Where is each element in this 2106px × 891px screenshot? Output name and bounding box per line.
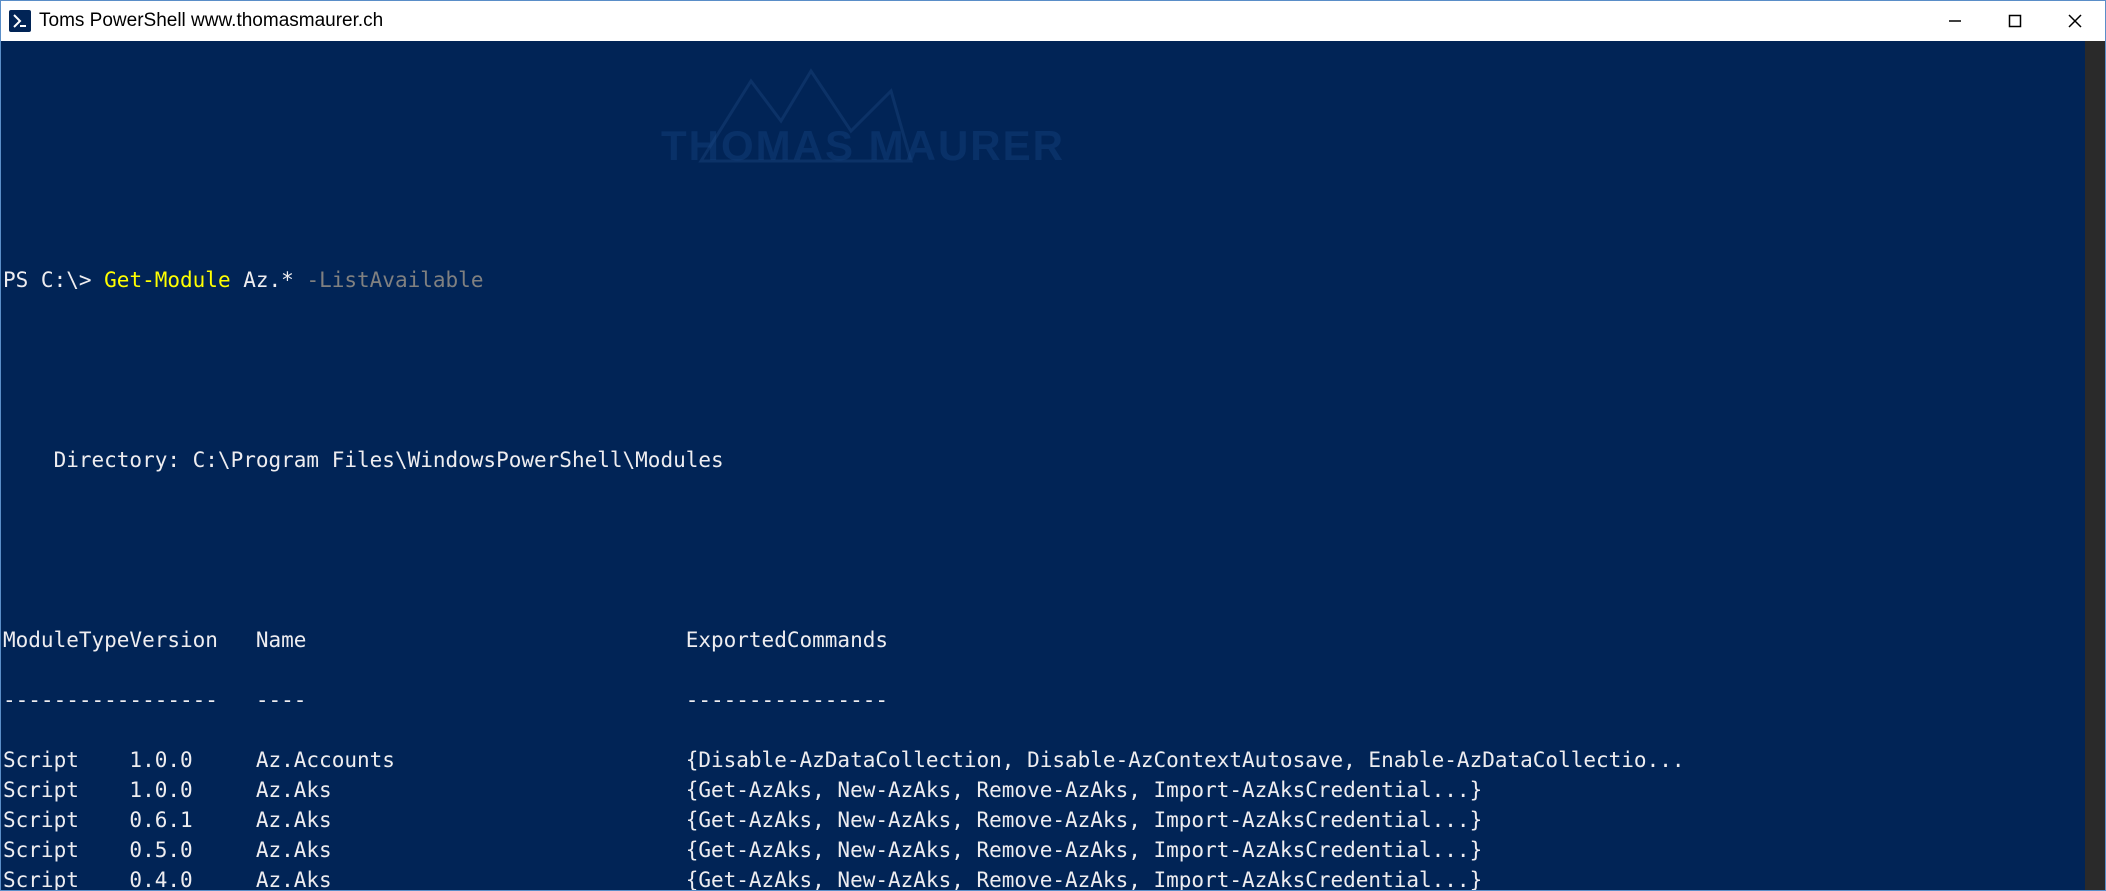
powershell-window: Toms PowerShell www.thomasmaurer.ch THOM… [0,0,2106,891]
cell-version: 0.6.1 [129,805,255,835]
cell-exportedcommands: {Get-AzAks, New-AzAks, Remove-AzAks, Imp… [686,868,1483,890]
cell-moduletype: Script [3,805,129,835]
blank-line [3,565,2105,595]
divider-commands: ---------------- [686,688,888,712]
table-row: Script0.4.0Az.Aks{Get-AzAks, New-AzAks, … [3,865,2105,890]
cell-exportedcommands: {Get-AzAks, New-AzAks, Remove-AzAks, Imp… [686,778,1483,802]
prompt-prefix: PS C:\> [3,268,104,292]
terminal-area[interactable]: THOMAS MAURER PS C:\> Get-Module Az.* -L… [1,41,2105,890]
header-version: Version [129,625,255,655]
titlebar-left: Toms PowerShell www.thomasmaurer.ch [9,10,383,32]
blank-line [3,325,2105,355]
cell-version: 1.0.0 [129,775,255,805]
header-moduletype: ModuleType [3,625,129,655]
prompt-cmdlet: Get-Module [104,268,230,292]
blank-line [3,505,2105,535]
cell-moduletype: Script [3,835,129,865]
cell-exportedcommands: {Get-AzAks, New-AzAks, Remove-AzAks, Imp… [686,838,1483,862]
cell-name: Az.Accounts [256,745,686,775]
blank-line [3,385,2105,415]
cell-moduletype: Script [3,745,129,775]
header-name: Name [256,625,686,655]
prompt-param: -ListAvailable [306,268,483,292]
cell-name: Az.Aks [256,805,686,835]
command-prompt-line: PS C:\> Get-Module Az.* -ListAvailable [3,265,2105,295]
table-row: Script1.0.0Az.Aks{Get-AzAks, New-AzAks, … [3,775,2105,805]
powershell-icon [9,10,31,32]
table-row: Script1.0.0Az.Accounts{Disable-AzDataCol… [3,745,2105,775]
prompt-args: Az.* [231,268,307,292]
watermark-mountain-icon [681,51,921,171]
cell-version: 1.0.0 [129,745,255,775]
directory-line: Directory: C:\Program Files\WindowsPower… [3,445,2105,475]
table-row: Script0.5.0Az.Aks{Get-AzAks, New-AzAks, … [3,835,2105,865]
cell-moduletype: Script [3,865,129,890]
window-title: Toms PowerShell www.thomasmaurer.ch [39,10,383,32]
close-button[interactable] [2045,1,2105,41]
window-controls [1925,1,2105,41]
cell-version: 0.5.0 [129,835,255,865]
divider-type: ---------- [3,685,129,715]
cell-exportedcommands: {Get-AzAks, New-AzAks, Remove-AzAks, Imp… [686,808,1483,832]
minimize-button[interactable] [1925,1,1985,41]
cell-name: Az.Aks [256,835,686,865]
table-row: Script0.6.1Az.Aks{Get-AzAks, New-AzAks, … [3,805,2105,835]
cell-name: Az.Aks [256,865,686,890]
table-divider: ------------------------------------- [3,685,2105,715]
cell-moduletype: Script [3,775,129,805]
header-exportedcommands: ExportedCommands [686,628,888,652]
table-header: ModuleTypeVersionNameExportedCommands [3,625,2105,655]
divider-version: ------- [129,685,255,715]
cell-exportedcommands: {Disable-AzDataCollection, Disable-AzCon… [686,748,1685,772]
titlebar[interactable]: Toms PowerShell www.thomasmaurer.ch [1,1,2105,41]
maximize-button[interactable] [1985,1,2045,41]
divider-name: ---- [256,685,686,715]
cell-name: Az.Aks [256,775,686,805]
cell-version: 0.4.0 [129,865,255,890]
vertical-scrollbar[interactable] [2085,41,2105,890]
